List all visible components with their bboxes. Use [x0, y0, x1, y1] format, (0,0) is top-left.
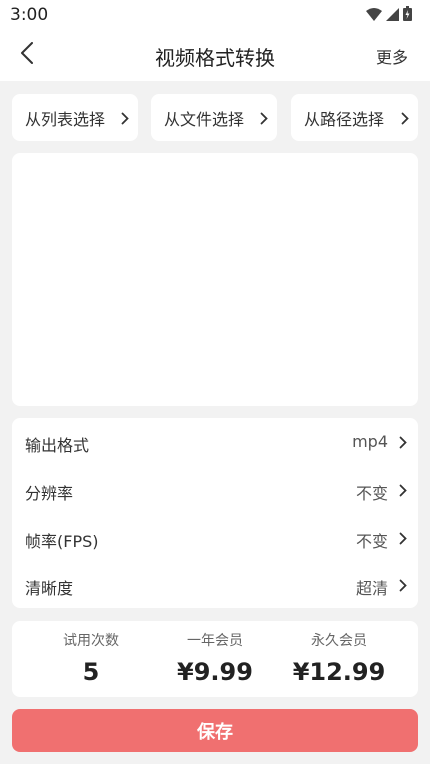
plan-label: 一年会员: [187, 633, 243, 649]
video-preview-area: [12, 153, 418, 406]
save-button[interactable]: 保存: [12, 709, 418, 752]
select-from-path-label: 从路径选择: [304, 109, 385, 129]
settings-card: 输出格式 mp4 分辨率 不变 帧率(FPS) 不变 清晰度 超清: [12, 418, 418, 608]
plan-value: ¥9.99: [177, 658, 253, 686]
source-buttons: 从列表选择 从文件选择 从路径选择: [12, 94, 418, 141]
more-button[interactable]: 更多: [376, 44, 408, 68]
plan-value: ¥12.99: [292, 658, 386, 686]
setting-value: mp4: [352, 432, 388, 451]
page-title: 视频格式转换: [155, 46, 275, 70]
setting-value: 不变: [355, 532, 388, 551]
plan-one-year[interactable]: 一年会员 ¥9.99: [150, 621, 280, 697]
plan-lifetime[interactable]: 永久会员 ¥12.99: [274, 621, 404, 697]
setting-frame-rate[interactable]: 帧率(FPS) 不变: [12, 514, 418, 561]
select-from-list-label: 从列表选择: [25, 109, 106, 129]
status-icons: [366, 5, 412, 25]
setting-resolution[interactable]: 分辨率 不变: [12, 466, 418, 513]
setting-value: 不变: [355, 484, 388, 503]
status-time: 3:00: [10, 5, 49, 25]
signal-icon: [386, 6, 399, 25]
setting-quality[interactable]: 清晰度 超清: [12, 561, 418, 608]
chevron-right-icon: [399, 434, 407, 453]
plan-label: 试用次数: [63, 633, 119, 649]
chevron-right-icon: [260, 110, 268, 129]
select-from-file-button[interactable]: 从文件选择: [151, 94, 277, 141]
battery-icon: [403, 5, 412, 25]
plan-trial[interactable]: 试用次数 5: [26, 621, 156, 697]
setting-label: 输出格式: [25, 436, 90, 455]
chevron-right-icon: [399, 482, 407, 501]
chevron-right-icon: [401, 110, 409, 129]
status-bar: 3:00: [0, 0, 430, 30]
setting-output-format[interactable]: 输出格式 mp4: [12, 418, 418, 465]
chevron-right-icon: [121, 110, 129, 129]
chevron-right-icon: [399, 577, 407, 596]
setting-label: 清晰度: [25, 579, 74, 598]
plan-value: 5: [82, 658, 100, 686]
setting-label: 帧率(FPS): [25, 532, 99, 551]
select-from-path-button[interactable]: 从路径选择: [291, 94, 418, 141]
chevron-right-icon: [399, 530, 407, 549]
setting-label: 分辨率: [25, 484, 74, 503]
plan-label: 永久会员: [311, 633, 367, 649]
header: 视频格式转换 更多: [0, 30, 430, 81]
wifi-icon: [366, 6, 382, 25]
select-from-file-label: 从文件选择: [164, 109, 245, 129]
plans-card: 试用次数 5 一年会员 ¥9.99 永久会员 ¥12.99: [12, 621, 418, 697]
select-from-list-button[interactable]: 从列表选择: [12, 94, 138, 141]
setting-value: 超清: [355, 579, 388, 598]
